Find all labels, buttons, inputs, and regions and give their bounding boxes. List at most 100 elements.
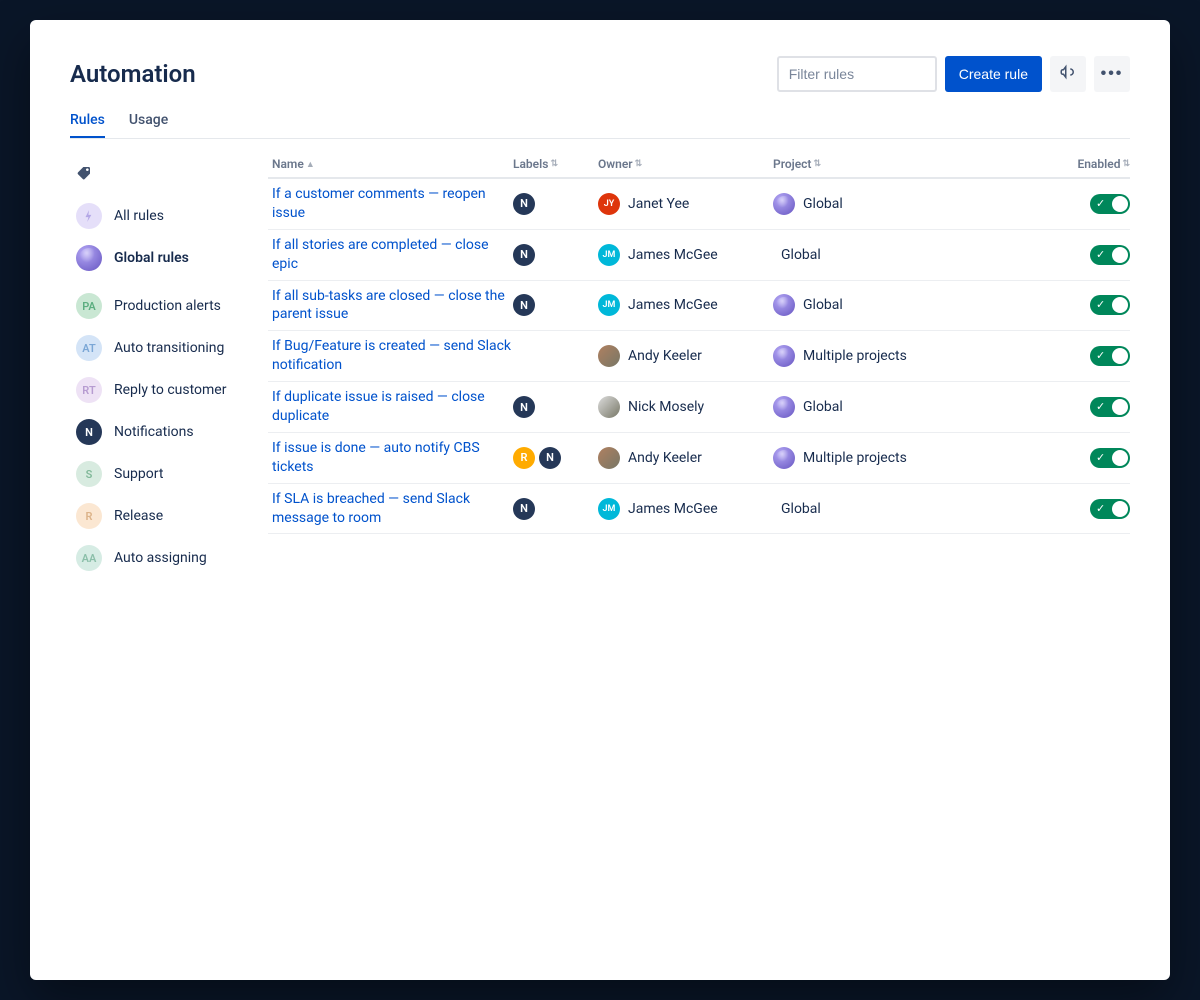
owner-name: James McGee [628, 247, 718, 263]
sidebar-item-release[interactable]: RRelease [70, 495, 260, 537]
owner-name: James McGee [628, 297, 718, 313]
globe-icon [773, 345, 795, 367]
label-pill[interactable]: N [513, 193, 535, 215]
label-pill[interactable]: N [539, 447, 561, 469]
globe-icon [773, 294, 795, 316]
enabled-toggle[interactable] [1090, 499, 1130, 519]
owner-name: Nick Mosely [628, 399, 704, 415]
sidebar-item-label: Global rules [114, 250, 189, 266]
cell-enabled [1070, 397, 1130, 417]
table-row: If a customer comments — reopen issueN JY… [268, 179, 1130, 230]
label-pill[interactable]: R [513, 447, 535, 469]
sort-icon: ⇅ [813, 159, 821, 169]
sort-icon: ⇅ [550, 159, 558, 169]
sidebar-item-auto-assigning[interactable]: AA Auto assigning [70, 537, 260, 579]
label-badge-icon: R [76, 503, 102, 529]
owner-name: Andy Keeler [628, 348, 702, 364]
cell-project: Multiple projects [773, 447, 1023, 469]
project-label: Global [781, 247, 821, 263]
cell-name: If a customer comments — reopen issue [268, 185, 513, 223]
col-labels[interactable]: Labels⇅ [513, 157, 598, 171]
project-label: Multiple projects [803, 450, 907, 466]
rule-link[interactable]: If Bug/Feature is created — send Slack n… [272, 337, 513, 375]
cell-project: Multiple projects [773, 345, 1023, 367]
cell-owner: JMJames McGee [598, 294, 773, 316]
enabled-toggle[interactable] [1090, 397, 1130, 417]
owner-name: Andy Keeler [628, 450, 702, 466]
avatar [598, 345, 620, 367]
cell-labels: N [513, 294, 598, 316]
enabled-toggle[interactable] [1090, 245, 1130, 265]
label-pill[interactable]: N [513, 396, 535, 418]
enabled-toggle[interactable] [1090, 295, 1130, 315]
enabled-toggle[interactable] [1090, 346, 1130, 366]
avatar: JM [598, 498, 620, 520]
enabled-toggle[interactable] [1090, 448, 1130, 468]
sidebar-item-notifications[interactable]: NNotifications [70, 411, 260, 453]
rule-link[interactable]: If issue is done — auto notify CBS ticke… [272, 439, 513, 477]
col-owner[interactable]: Owner⇅ [598, 157, 773, 171]
page-header: Automation Create rule ••• [70, 56, 1130, 92]
sidebar-item-label: All rules [114, 208, 164, 224]
sidebar-item-label: Reply to customer [114, 382, 226, 398]
create-rule-button[interactable]: Create rule [945, 56, 1042, 92]
sidebar-item-label: Auto assigning [114, 550, 207, 566]
owner-name: Janet Yee [628, 196, 689, 212]
label-pill[interactable]: N [513, 244, 535, 266]
rule-link[interactable]: If all stories are completed — close epi… [272, 236, 513, 274]
cell-project: Global [773, 193, 1023, 215]
sort-icon: ⇅ [1122, 159, 1130, 169]
table-row: If SLA is breached — send Slack message … [268, 484, 1130, 535]
cell-owner: JYJanet Yee [598, 193, 773, 215]
cell-enabled [1070, 295, 1130, 315]
sidebar-item-all-rules[interactable]: All rules [70, 195, 260, 237]
cell-owner: Nick Mosely [598, 396, 773, 418]
project-label: Global [781, 501, 821, 517]
owner-name: James McGee [628, 501, 718, 517]
sort-icon: ⇅ [635, 159, 643, 169]
sidebar-item-reply-to-customer[interactable]: RTReply to customer [70, 369, 260, 411]
col-enabled[interactable]: Enabled⇅ [1070, 157, 1130, 171]
enabled-toggle[interactable] [1090, 194, 1130, 214]
project-label: Global [803, 399, 843, 415]
tag-icon [76, 165, 92, 181]
globe-icon [773, 396, 795, 418]
cell-name: If Bug/Feature is created — send Slack n… [268, 337, 513, 375]
tab-rules[interactable]: Rules [70, 112, 105, 138]
sidebar-item-global-rules[interactable]: Global rules [70, 237, 260, 279]
sidebar-item-production-alerts[interactable]: PAProduction alerts [70, 285, 260, 327]
rule-link[interactable]: If a customer comments — reopen issue [272, 185, 513, 223]
cell-labels: RN [513, 447, 598, 469]
more-icon: ••• [1101, 65, 1124, 83]
label-pill[interactable]: N [513, 294, 535, 316]
sidebar-item-label: Support [114, 466, 163, 482]
col-name[interactable]: Name▲ [268, 157, 513, 171]
avatar: JM [598, 244, 620, 266]
filter-rules-input[interactable] [777, 56, 937, 92]
cell-enabled [1070, 194, 1130, 214]
rule-link[interactable]: If SLA is breached — send Slack message … [272, 490, 513, 528]
table-header: Name▲ Labels⇅ Owner⇅ Project⇅ Enabled⇅ [268, 151, 1130, 179]
col-project[interactable]: Project⇅ [773, 157, 1023, 171]
label-pill[interactable]: N [513, 498, 535, 520]
more-actions-button[interactable]: ••• [1094, 56, 1130, 92]
rules-table: Name▲ Labels⇅ Owner⇅ Project⇅ Enabled⇅ I… [268, 151, 1130, 579]
label-badge-icon: AA [76, 545, 102, 571]
cell-enabled [1070, 346, 1130, 366]
sidebar-item-auto-transitioning[interactable]: ATAuto transitioning [70, 327, 260, 369]
project-label: Multiple projects [803, 348, 907, 364]
cell-labels: N [513, 396, 598, 418]
sidebar-item-support[interactable]: SSupport [70, 453, 260, 495]
announcements-button[interactable] [1050, 56, 1086, 92]
rule-link[interactable]: If all sub-tasks are closed — close the … [272, 287, 513, 325]
cell-project: Global [773, 247, 1023, 263]
cell-project: Global [773, 294, 1023, 316]
cell-project: Global [773, 501, 1023, 517]
rule-link[interactable]: If duplicate issue is raised — close dup… [272, 388, 513, 426]
globe-icon [773, 193, 795, 215]
header-actions: Create rule ••• [777, 56, 1130, 92]
tab-usage[interactable]: Usage [129, 112, 168, 138]
cell-name: If issue is done — auto notify CBS ticke… [268, 439, 513, 477]
avatar [598, 447, 620, 469]
sidebar-item-label: Auto transitioning [114, 340, 224, 356]
